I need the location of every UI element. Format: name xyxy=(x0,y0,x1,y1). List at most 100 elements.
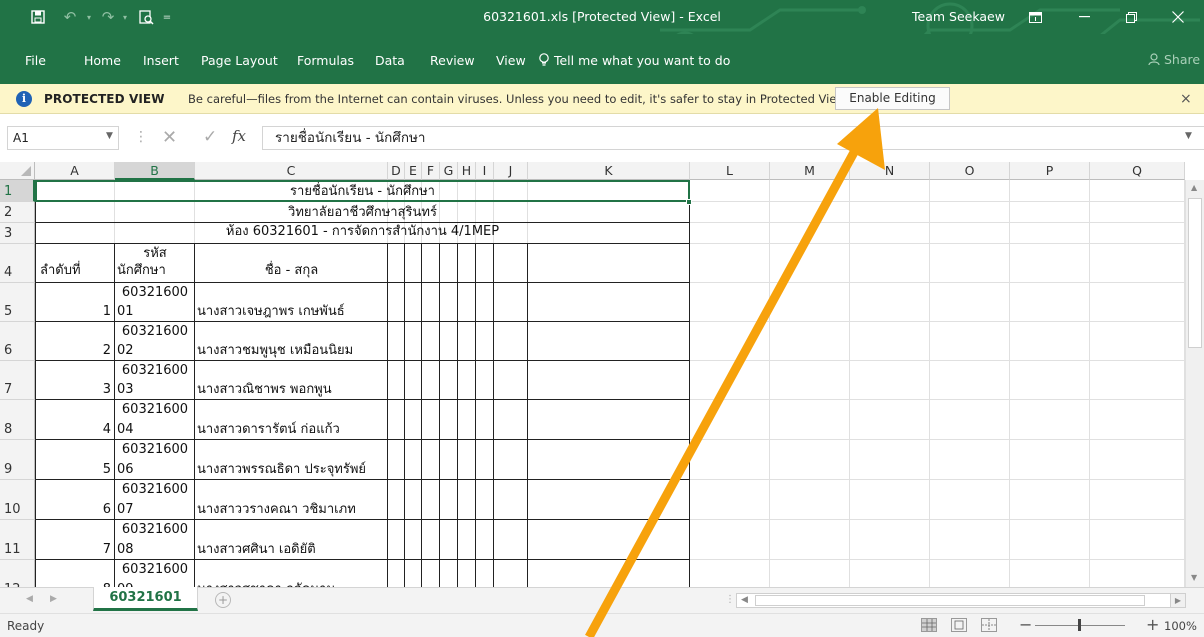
tab-file[interactable]: File xyxy=(25,53,46,68)
student-id-suffix[interactable]: 01 xyxy=(117,304,134,320)
student-number[interactable]: 4 xyxy=(36,422,111,438)
scroll-up-icon[interactable]: ▲ xyxy=(1191,183,1197,192)
column-header-i[interactable]: I xyxy=(476,162,494,180)
student-number[interactable]: 6 xyxy=(36,502,111,518)
vertical-scrollbar[interactable]: ▲ ▼ xyxy=(1185,180,1204,587)
student-name[interactable]: นางสาวชมพูนุช เหมือนนิยม xyxy=(197,343,353,359)
class-name[interactable]: ห้อง 60321601 - การจัดการสำนักงาน 4/1MEP xyxy=(36,224,689,240)
drag-handle-icon[interactable]: ⋮ xyxy=(134,129,148,145)
next-sheet-icon[interactable]: ▶ xyxy=(50,594,57,604)
student-number[interactable]: 3 xyxy=(36,382,111,398)
restore-icon[interactable] xyxy=(1111,4,1151,30)
tab-review[interactable]: Review xyxy=(430,53,475,68)
student-id-suffix[interactable]: 06 xyxy=(117,462,134,478)
student-id-prefix[interactable]: 60321600 xyxy=(115,363,195,379)
column-header-d[interactable]: D xyxy=(388,162,405,180)
previous-sheet-icon[interactable]: ◀ xyxy=(26,594,33,604)
student-name[interactable]: นางสาวศศินา เอดิยัติ xyxy=(197,542,316,558)
school-name[interactable]: วิทยาลัยอาชีวศึกษาสุรินทร์ xyxy=(36,205,689,221)
row-header-7[interactable]: 7 xyxy=(0,361,35,400)
student-id-suffix[interactable]: 07 xyxy=(117,502,134,518)
row-header-11[interactable]: 11 xyxy=(0,520,35,560)
student-id-prefix[interactable]: 60321600 xyxy=(115,324,195,340)
student-id-prefix[interactable]: 60321600 xyxy=(115,522,195,538)
column-header-m[interactable]: M xyxy=(770,162,850,180)
tab-split-handle-icon[interactable]: ⋮ xyxy=(725,594,735,605)
close-icon[interactable] xyxy=(1158,4,1198,30)
name-box[interactable]: A1 xyxy=(7,126,119,150)
column-header-o[interactable]: O xyxy=(930,162,1010,180)
column-header-e[interactable]: E xyxy=(405,162,422,180)
horizontal-scrollbar[interactable]: ◀ xyxy=(736,593,1186,608)
student-number[interactable]: 1 xyxy=(36,304,111,320)
page-break-view-icon[interactable] xyxy=(981,618,997,632)
student-id-prefix[interactable]: 60321600 xyxy=(115,442,195,458)
student-id-suffix[interactable]: 08 xyxy=(117,542,134,558)
normal-view-icon[interactable] xyxy=(921,618,937,632)
sheet-tab-active[interactable]: 60321601 xyxy=(93,587,198,611)
minimize-icon[interactable] xyxy=(1064,4,1104,30)
column-header-b[interactable]: B xyxy=(115,162,195,180)
zoom-out-button[interactable]: − xyxy=(1019,615,1032,634)
header-student-id-line2[interactable]: นักศึกษา xyxy=(117,263,166,279)
row-header-1[interactable]: 1 xyxy=(0,180,35,202)
user-name[interactable]: Team Seekaew xyxy=(912,9,1005,24)
cancel-icon[interactable]: ✕ xyxy=(162,127,177,148)
expand-formula-icon[interactable]: ▼ xyxy=(1185,131,1192,141)
tab-insert[interactable]: Insert xyxy=(143,53,179,68)
row-header-6[interactable]: 6 xyxy=(0,322,35,361)
student-id-prefix[interactable]: 60321600 xyxy=(115,285,195,301)
add-sheet-button[interactable]: + xyxy=(215,592,231,608)
ribbon-display-icon[interactable] xyxy=(1015,4,1055,30)
fill-handle[interactable] xyxy=(686,199,692,205)
student-name[interactable]: นางสาวเจษฎาพร เกษพันธ์ xyxy=(197,304,345,320)
row-header-4[interactable]: 4 xyxy=(0,244,35,283)
column-header-a[interactable]: A xyxy=(35,162,115,180)
zoom-in-button[interactable]: + xyxy=(1146,615,1159,634)
student-name[interactable]: นางสาวพรรณธิดา ประจุทรัพย์ xyxy=(197,462,366,478)
student-number[interactable]: 2 xyxy=(36,343,111,359)
row-header-8[interactable]: 8 xyxy=(0,400,35,440)
enable-editing-button[interactable]: Enable Editing xyxy=(835,87,950,110)
row-header-12[interactable]: 12 xyxy=(0,560,35,587)
worksheet-grid[interactable]: ABCDEFGHIJKLMNOPQ 123456789101112 รายชื่… xyxy=(0,162,1204,587)
column-header-l[interactable]: L xyxy=(690,162,770,180)
header-number[interactable]: ลำดับที่ xyxy=(40,263,81,279)
column-header-g[interactable]: G xyxy=(440,162,458,180)
student-id-suffix[interactable]: 04 xyxy=(117,422,134,438)
close-message-icon[interactable]: × xyxy=(1180,91,1192,107)
student-number[interactable]: 7 xyxy=(36,542,111,558)
scroll-down-icon[interactable]: ▼ xyxy=(1191,573,1197,582)
row-header-5[interactable]: 5 xyxy=(0,283,35,322)
tab-view[interactable]: View xyxy=(496,53,526,68)
student-name[interactable]: นางสาวณิชาพร พอกพูน xyxy=(197,382,332,398)
header-student-id-line1[interactable]: รหัส xyxy=(115,246,195,262)
tell-me-box[interactable]: Tell me what you want to do xyxy=(538,53,730,68)
column-header-n[interactable]: N xyxy=(850,162,930,180)
tab-home[interactable]: Home xyxy=(84,53,121,68)
column-header-f[interactable]: F xyxy=(422,162,440,180)
share-button[interactable]: Share xyxy=(1148,52,1200,67)
student-name[interactable]: นางสาววรางคณา วชิมาเภท xyxy=(197,502,356,518)
vertical-scroll-thumb[interactable] xyxy=(1188,198,1202,348)
page-layout-view-icon[interactable] xyxy=(951,618,967,632)
column-header-q[interactable]: Q xyxy=(1090,162,1185,180)
row-header-2[interactable]: 2 xyxy=(0,202,35,223)
insert-function-icon[interactable]: fx xyxy=(232,127,246,145)
student-id-prefix[interactable]: 60321600 xyxy=(115,482,195,498)
student-id-suffix[interactable]: 03 xyxy=(117,382,134,398)
student-id-suffix[interactable]: 02 xyxy=(117,343,134,359)
formula-input[interactable]: รายชื่อนักเรียน - นักศึกษา xyxy=(262,126,1204,150)
row-header-9[interactable]: 9 xyxy=(0,440,35,480)
student-name[interactable]: นางสาวดารารัตน์ ก่อแก้ว xyxy=(197,422,340,438)
zoom-slider-thumb[interactable] xyxy=(1078,619,1081,631)
header-full-name[interactable]: ชื่อ - สกุล xyxy=(195,263,388,279)
column-header-k[interactable]: K xyxy=(528,162,690,180)
column-header-h[interactable]: H xyxy=(458,162,476,180)
tab-formulas[interactable]: Formulas xyxy=(297,53,354,68)
zoom-level[interactable]: 100% xyxy=(1164,619,1197,633)
student-number[interactable]: 5 xyxy=(36,462,111,478)
scroll-right-icon[interactable]: ▶ xyxy=(1170,593,1186,608)
column-header-c[interactable]: C xyxy=(195,162,388,180)
chevron-down-icon[interactable]: ▼ xyxy=(106,131,113,141)
